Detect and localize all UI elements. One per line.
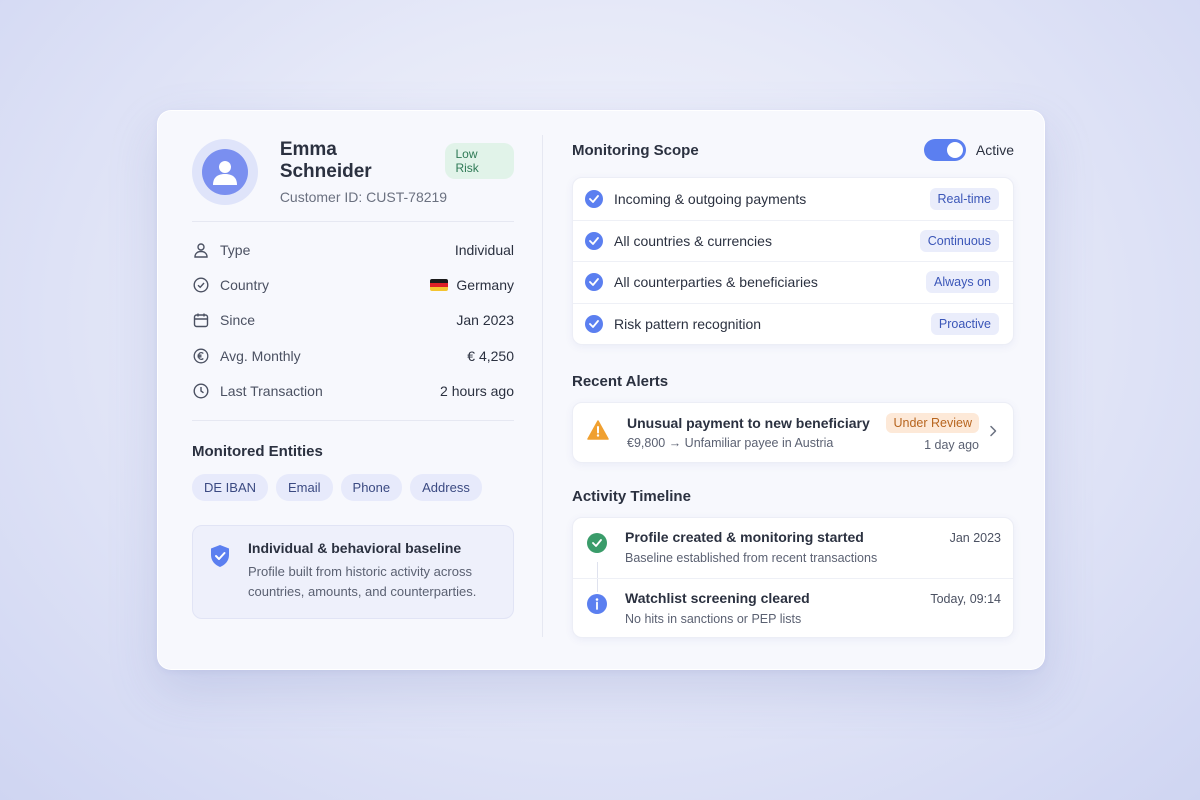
scope-item: Incoming & outgoing payments Real-time	[573, 178, 1013, 220]
baseline-description: Profile built from historic activity acr…	[248, 564, 477, 600]
timeline-description: No hits in sanctions or PEP lists	[625, 611, 802, 626]
scope-tag: Always on	[926, 271, 999, 294]
checkmark-icon	[585, 189, 603, 208]
user-icon	[192, 241, 210, 259]
warning-triangle-icon	[587, 420, 611, 445]
divider	[192, 221, 514, 222]
profile-column: Emma Schneider Low Risk Customer ID: CUS…	[192, 139, 514, 620]
monitoring-scope-title: Monitoring Scope	[572, 141, 699, 159]
recent-alerts-title: Recent Alerts	[572, 373, 669, 390]
entity-chip-phone[interactable]: Phone	[340, 474, 403, 502]
user-avatar-icon	[201, 149, 248, 195]
entity-chip-address[interactable]: Address	[410, 474, 482, 502]
timeline-title: Profile created & monitoring started	[625, 529, 864, 545]
timeline-item: Watchlist screening cleared No hits in s…	[573, 577, 1013, 638]
scope-item: Risk pattern recognition Proactive	[573, 302, 1013, 345]
entity-chip-email[interactable]: Email	[276, 474, 333, 502]
check-circle-icon	[192, 276, 210, 294]
customer-details: Type Individual Country Germany Since Ja…	[192, 232, 514, 408]
monitoring-scope-list: Incoming & outgoing payments Real-time A…	[572, 177, 1014, 345]
calendar-icon	[192, 311, 210, 329]
timeline-description: Baseline established from recent transac…	[625, 551, 878, 565]
monitoring-active-toggle[interactable]	[923, 139, 966, 161]
detail-row-since: Since Jan 2023	[192, 303, 514, 338]
checkmark-icon	[585, 231, 603, 250]
risk-badge: Low Risk	[445, 143, 514, 179]
activity-timeline-title: Activity Timeline	[572, 488, 691, 505]
scope-tag: Continuous	[919, 229, 999, 252]
detail-row-country: Country Germany	[192, 267, 514, 302]
alert-time: 1 day ago	[924, 438, 979, 452]
timeline-item: Profile created & monitoring started Bas…	[573, 518, 1013, 592]
scope-tag: Real-time	[929, 187, 999, 210]
shield-check-icon	[209, 544, 231, 602]
alert-item[interactable]: Unusual payment to new beneficiary €9,80…	[572, 402, 1014, 463]
detail-row-last-transaction: Last Transaction 2 hours ago	[192, 373, 514, 408]
alert-description: €9,800 → Unfamiliar payee in Austria	[627, 436, 834, 450]
detail-row-type: Type Individual	[192, 232, 514, 267]
monitoring-column: Monitoring Scope Active Incoming & outgo…	[572, 135, 1014, 638]
clock-icon	[192, 382, 210, 400]
customer-name: Emma Schneider	[279, 139, 372, 182]
activity-timeline: Profile created & monitoring started Bas…	[572, 517, 1014, 638]
monitoring-scope-header: Monitoring Scope Active	[572, 135, 1014, 165]
column-divider	[542, 135, 543, 637]
toggle-label: Active	[975, 142, 1014, 158]
avatar	[192, 139, 258, 205]
checkmark-icon	[585, 314, 603, 333]
check-circle-icon	[587, 533, 607, 553]
country-value: Germany	[456, 276, 514, 293]
info-icon	[587, 593, 607, 614]
checkmark-icon	[585, 273, 603, 292]
alert-title: Unusual payment to new beneficiary	[627, 415, 870, 431]
customer-profile-card: Emma Schneider Low Risk Customer ID: CUS…	[157, 110, 1045, 670]
euro-icon	[192, 347, 210, 365]
scope-item: All countries & currencies Continuous	[573, 219, 1013, 262]
scope-item: All counterparties & beneficiaries Alway…	[573, 261, 1013, 303]
profile-header: Emma Schneider Low Risk Customer ID: CUS…	[192, 139, 514, 205]
baseline-title: Individual & behavioral baseline	[248, 540, 462, 557]
baseline-info-box: Individual & behavioral baseline Profile…	[192, 525, 514, 620]
entity-chips: DE IBAN Email Phone Address	[192, 474, 514, 502]
alert-status-badge: Under Review	[886, 413, 979, 433]
detail-row-avg-monthly: Avg. Monthly € 4,250	[192, 338, 514, 373]
chevron-right-icon[interactable]	[989, 424, 999, 442]
timeline-time: Jan 2023	[949, 531, 1001, 545]
de-flag-icon	[430, 278, 449, 291]
customer-id: Customer ID: CUST-78219	[279, 189, 448, 205]
timeline-time: Today, 09:14	[930, 591, 1001, 606]
divider	[192, 420, 514, 422]
timeline-title: Watchlist screening cleared	[625, 589, 810, 606]
monitored-entities-title: Monitored Entities	[192, 443, 323, 461]
entity-chip-iban[interactable]: DE IBAN	[192, 474, 269, 502]
scope-tag: Proactive	[930, 312, 999, 335]
